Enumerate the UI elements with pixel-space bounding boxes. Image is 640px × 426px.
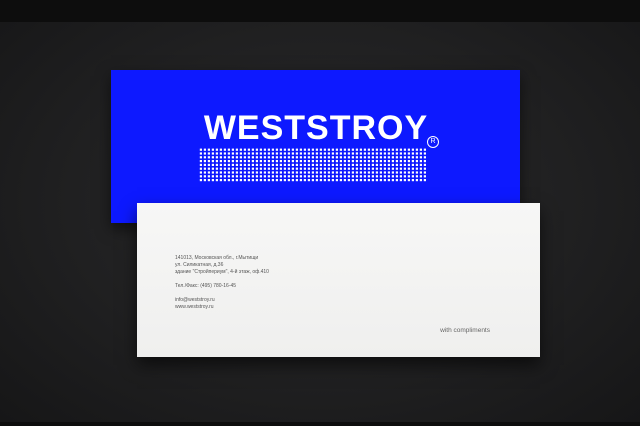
top-border (0, 0, 640, 22)
with-compliments-text: with compliments (440, 327, 490, 334)
blue-brand-card: WESTSTROY R (111, 70, 520, 223)
dot-grid-pattern (199, 148, 426, 182)
bottom-border (0, 422, 640, 426)
photo-scene: WESTSTROY R 141013, Московская обл., г.М… (0, 0, 640, 426)
address-line-3: здание "Стройпериум", 4-й этаж, оф.410 (175, 269, 269, 275)
contact-block: 141013, Московская обл., г.Мытищи ул. Си… (175, 255, 269, 311)
address-line-1: 141013, Московская обл., г.Мытищи (175, 255, 259, 261)
compliment-slip: 141013, Московская обл., г.Мытищи ул. Си… (137, 203, 540, 357)
website: www.weststroy.ru (175, 304, 214, 310)
email: info@weststroy.ru (175, 297, 215, 303)
phone-fax: Тел./Факс: (495) 780-16-45 (175, 283, 237, 289)
address-line-2: ул. Силикатная, д.36 (175, 262, 224, 268)
registered-mark: R (427, 136, 439, 148)
brand-logo-text: WESTSTROY (203, 109, 429, 147)
